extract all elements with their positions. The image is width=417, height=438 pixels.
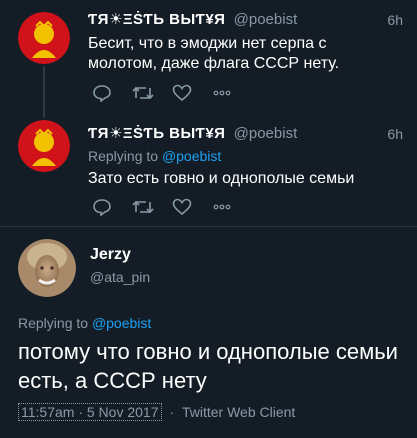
tweet-text-line: Бесит, что в эмоджи нет серпа с: [88, 35, 327, 52]
heart-icon: [172, 84, 192, 102]
tweet-actions: [92, 82, 252, 104]
tweet-text: потому что говно и однополые семьи есть,…: [18, 337, 413, 395]
heart-icon: [172, 198, 192, 216]
display-name[interactable]: Jerzy: [90, 246, 131, 264]
reply-icon: [93, 199, 111, 216]
like-button[interactable]: [172, 82, 212, 104]
more-dots-icon: [213, 204, 231, 210]
retweet-icon: [132, 200, 154, 214]
more-button[interactable]: [212, 82, 252, 104]
replying-to-handle[interactable]: @poebist: [162, 148, 221, 164]
replying-to-label: Replying to: [88, 148, 159, 164]
tweet-timestamp-link[interactable]: 11:57am · 5 Nov 2017: [18, 403, 162, 421]
thread-tweet-2[interactable]: ƬЯ☀ΞṠƬЬ ВЫƬ¥Я @poebist 6h Replying to @p…: [0, 118, 417, 228]
reply-icon: [93, 85, 111, 102]
tweet-text: Бесит, что в эмоджи нет серпа с молотом,…: [88, 34, 398, 74]
tweet-time[interactable]: 6h: [387, 12, 403, 28]
avatar[interactable]: [18, 120, 70, 172]
tweet-actions: [92, 196, 252, 218]
more-button[interactable]: [212, 196, 252, 218]
handle[interactable]: @poebist: [234, 11, 298, 28]
reply-button[interactable]: [92, 196, 132, 218]
retweet-button[interactable]: [132, 82, 172, 104]
avatar-image: [18, 239, 76, 297]
thread-tweet-1[interactable]: ƬЯ☀ΞṠƬЬ ВЫƬ¥Я @poebist 6h Бесит, что в э…: [0, 0, 417, 118]
retweet-icon: [132, 86, 154, 100]
meta-separator: ·: [169, 404, 175, 420]
avatar-image: [18, 12, 70, 64]
more-dots-icon: [213, 90, 231, 96]
avatar[interactable]: [18, 12, 70, 64]
tweet-client: Twitter Web Client: [181, 404, 296, 420]
handle[interactable]: @poebist: [234, 125, 298, 142]
replying-to: Replying to @poebist: [88, 148, 221, 164]
main-tweet: Jerzy @ata_pin Replying to @poebist пото…: [0, 227, 417, 438]
tweet-text-line: потому что говно и однополые семьи: [18, 339, 398, 364]
tweet-meta: 11:57am · 5 Nov 2017 · Twitter Web Clien…: [18, 403, 296, 421]
replying-to-handle[interactable]: @poebist: [92, 315, 151, 331]
display-name[interactable]: ƬЯ☀ΞṠƬЬ ВЫƬ¥Я: [88, 11, 225, 28]
display-name[interactable]: ƬЯ☀ΞṠƬЬ ВЫƬ¥Я: [88, 125, 225, 142]
avatar[interactable]: [18, 239, 76, 297]
replying-to-label: Replying to: [18, 315, 89, 331]
avatar-image: [18, 120, 70, 172]
tweet-text-line: есть, а СССР нету: [18, 368, 207, 393]
handle[interactable]: @ata_pin: [90, 269, 150, 285]
reply-button[interactable]: [92, 82, 132, 104]
tweet-text-line: молотом, даже флага СССР нету.: [88, 55, 340, 72]
like-button[interactable]: [172, 196, 212, 218]
tweet-time[interactable]: 6h: [387, 126, 403, 142]
retweet-button[interactable]: [132, 196, 172, 218]
replying-to: Replying to @poebist: [18, 315, 151, 331]
tweet-text: Зато есть говно и однополые семьи: [88, 170, 355, 187]
